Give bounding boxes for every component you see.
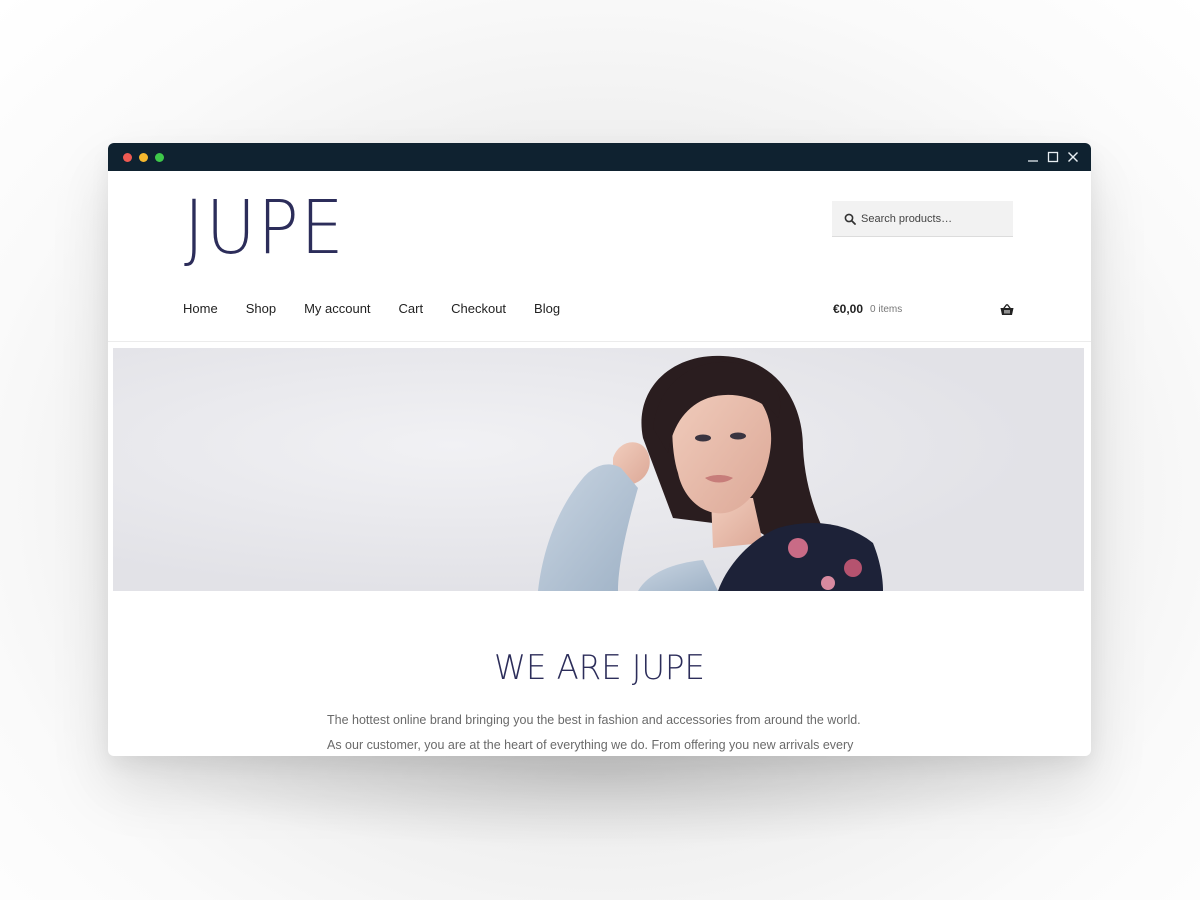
search-box[interactable] — [832, 201, 1013, 237]
site-header: JUPE Home Shop My account Cart Checkout … — [108, 171, 1091, 342]
intro-title: WE ARE JUPE — [494, 648, 705, 688]
close-dot-icon[interactable] — [123, 153, 132, 162]
search-input[interactable] — [861, 212, 1011, 225]
primary-nav: Home Shop My account Cart Checkout Blog — [183, 301, 588, 316]
basket-icon[interactable] — [1000, 303, 1014, 315]
hero-image — [113, 348, 1084, 591]
window-titlebar — [108, 143, 1091, 171]
nav-item-home[interactable]: Home — [183, 301, 218, 316]
woman-in-denim-jacket-photo — [113, 348, 1084, 591]
cart-amount: €0,00 — [833, 302, 864, 316]
search-icon — [844, 213, 856, 225]
minimize-icon[interactable] — [1026, 150, 1040, 164]
zoom-dot-icon[interactable] — [155, 153, 164, 162]
site-logo[interactable]: JUPE — [184, 191, 345, 265]
browser-window: JUPE Home Shop My account Cart Checkout … — [108, 143, 1091, 756]
nav-item-checkout[interactable]: Checkout — [451, 301, 506, 316]
nav-item-blog[interactable]: Blog — [534, 301, 560, 316]
cart-count: 0 items — [870, 303, 903, 315]
nav-item-cart[interactable]: Cart — [399, 301, 424, 316]
nav-item-shop[interactable]: Shop — [246, 301, 276, 316]
minimize-dot-icon[interactable] — [139, 153, 148, 162]
close-icon[interactable] — [1066, 150, 1080, 164]
nav-item-my-account[interactable]: My account — [304, 301, 370, 316]
maximize-icon[interactable] — [1046, 150, 1060, 164]
intro-text: The hottest online brand bringing you th… — [327, 713, 861, 752]
header-cart[interactable]: €0,00 0 items — [833, 302, 1014, 316]
